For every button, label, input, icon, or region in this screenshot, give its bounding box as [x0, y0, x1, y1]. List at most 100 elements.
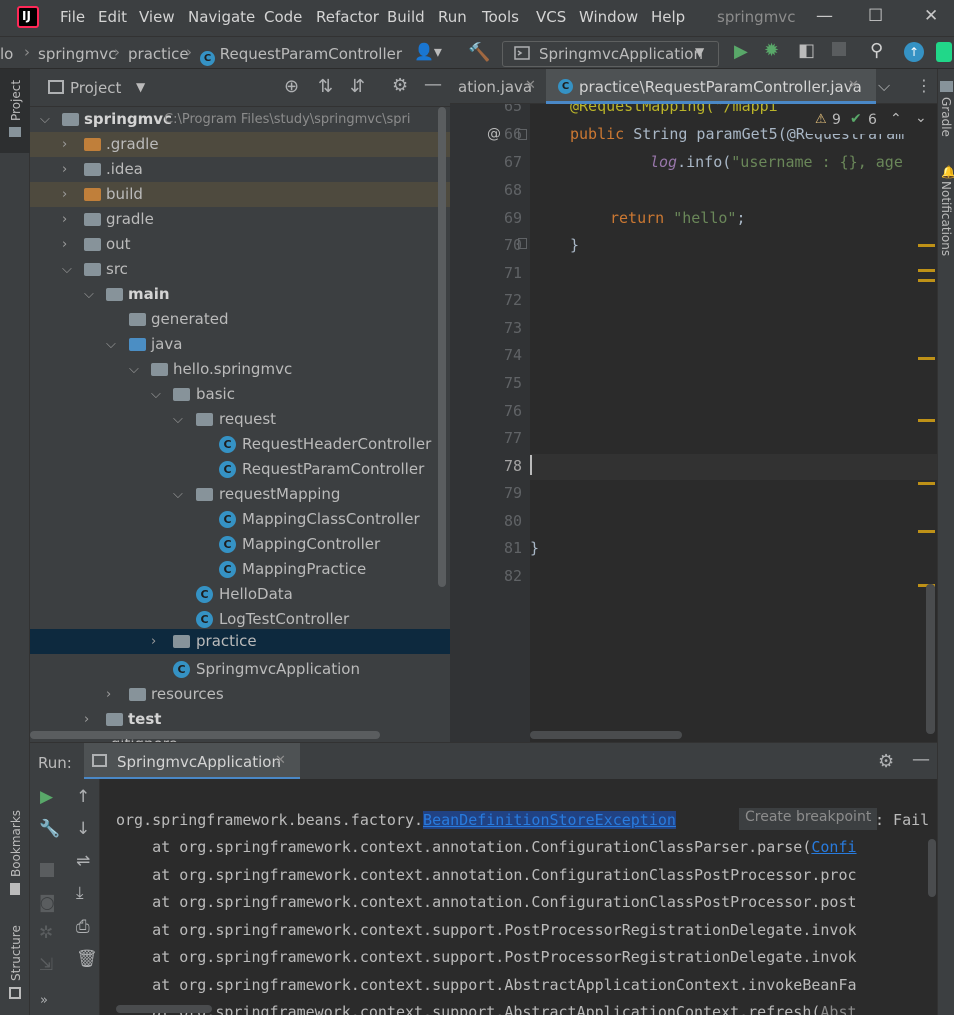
horizontal-scrollbar[interactable]	[30, 731, 380, 739]
run-configuration-select[interactable]: SpringmvcApplication ▼	[502, 41, 719, 67]
caret-down-icon[interactable]: ▼	[136, 80, 145, 94]
menu-build[interactable]: Build	[387, 8, 425, 26]
tree-item-build[interactable]: › build	[30, 182, 450, 207]
tree-item-idea[interactable]: › .idea	[30, 157, 450, 182]
tree-item-gradle[interactable]: › gradle	[30, 207, 450, 232]
hide-panel-icon[interactable]: —	[424, 74, 442, 95]
gear-icon[interactable]: ⚙	[878, 751, 894, 772]
tree-item-generated[interactable]: generated	[30, 307, 450, 332]
tree-item-src[interactable]: ⌵ src	[30, 257, 450, 282]
menu-refactor[interactable]: Refactor	[316, 8, 379, 26]
hammer-build-icon[interactable]: 🔨	[468, 42, 490, 63]
menu-run[interactable]: Run	[438, 8, 467, 26]
tab-active-file[interactable]: C practice\RequestParamController.java ✕	[546, 69, 876, 104]
bookmarks-tool-tab[interactable]: Bookmarks	[9, 810, 23, 877]
warning-stripe[interactable]	[918, 244, 935, 247]
inspection-widget[interactable]: ⚠ 9 ✔ 6 ⌃ ⌄	[807, 110, 935, 134]
tree-item-hello-springmvc[interactable]: ⌵ hello.springmvc	[30, 357, 450, 382]
tree-item-main[interactable]: ⌵ main	[30, 282, 450, 307]
user-icon[interactable]: 👤▾	[414, 42, 442, 61]
menu-file[interactable]: File	[60, 8, 85, 26]
more-options-icon[interactable]: ⋮	[916, 76, 932, 95]
project-panel-title[interactable]: Project	[70, 79, 121, 97]
scroll-up-icon[interactable]: ↑	[76, 787, 90, 807]
editor-vertical-scrollbar[interactable]	[926, 584, 935, 734]
tree-item-test[interactable]: › test	[30, 707, 450, 732]
tree-item-hello-data[interactable]: C HelloData	[30, 582, 450, 607]
previous-highlight-icon[interactable]: ⌃	[890, 111, 902, 127]
tree-item-request[interactable]: ⌵ request	[30, 407, 450, 432]
warning-stripe[interactable]	[918, 357, 935, 360]
tabs-menu-icon[interactable]: ⌵	[878, 76, 890, 96]
expand-all-icon[interactable]: ⇅	[318, 76, 333, 97]
coverage-icon[interactable]: ◧	[798, 40, 815, 61]
trash-icon[interactable]: 🗑	[76, 949, 98, 969]
rerun-icon[interactable]: ▶	[40, 787, 53, 807]
close-tab-icon[interactable]: ✕	[275, 753, 286, 768]
scroll-to-end-icon[interactable]: ⤓	[76, 883, 84, 903]
tree-item-resources[interactable]: › resources	[30, 682, 450, 707]
tree-item-out[interactable]: › out	[30, 232, 450, 257]
menu-tools[interactable]: Tools	[482, 8, 519, 26]
warning-stripe[interactable]	[918, 269, 935, 272]
menu-code[interactable]: Code	[264, 8, 302, 26]
project-tool-tab[interactable]: Project	[9, 80, 23, 121]
stop-icon[interactable]	[40, 863, 54, 877]
warning-stripe[interactable]	[918, 530, 935, 533]
breadcrumb-class[interactable]: C RequestParamController	[200, 45, 402, 66]
close-tab-icon[interactable]: ✕	[525, 78, 536, 93]
tree-item-request-mapping[interactable]: ⌵ requestMapping	[30, 482, 450, 507]
notifications-tool-tab[interactable]: Notifications	[939, 181, 953, 256]
stop-icon[interactable]	[832, 42, 846, 56]
hide-panel-icon[interactable]: —	[912, 749, 930, 770]
editor-horizontal-scrollbar[interactable]	[530, 731, 682, 739]
maximize-icon[interactable]: ☐	[868, 6, 883, 26]
structure-tool-tab[interactable]: Structure	[9, 925, 23, 981]
tree-item-mapping-practice[interactable]: C MappingPractice	[30, 557, 450, 582]
tree-item-gradle-dir[interactable]: › .gradle	[30, 132, 450, 157]
console-horizontal-scrollbar[interactable]	[116, 1005, 212, 1013]
tree-item-practice[interactable]: › practice	[30, 629, 450, 654]
menu-view[interactable]: View	[139, 8, 175, 26]
warning-stripe[interactable]	[918, 279, 935, 282]
login-icon[interactable]: ⇲	[39, 955, 53, 975]
breadcrumb-package[interactable]: practice	[128, 45, 189, 63]
warning-stripe[interactable]	[918, 419, 935, 422]
code-editor[interactable]: 65 66 67 68 69 70 71 72 73 74 75 76 77 7…	[450, 104, 937, 742]
wrench-icon[interactable]: 🔧	[39, 819, 60, 839]
menu-vcs[interactable]: VCS	[536, 8, 566, 26]
debug-icon[interactable]: ✹	[764, 40, 779, 61]
tree-item-request-param-controller[interactable]: C RequestParamController	[30, 457, 450, 482]
more-tools-icon[interactable]: »	[40, 993, 48, 1008]
tree-item-mapping-class-controller[interactable]: C MappingClassController	[30, 507, 450, 532]
vertical-scrollbar[interactable]	[438, 107, 446, 587]
search-icon[interactable]: ⚲	[870, 40, 883, 61]
override-marker-icon[interactable]: @	[487, 126, 501, 142]
camera-icon[interactable]: ◙	[39, 893, 56, 913]
print-icon[interactable]: ⎙	[76, 917, 90, 937]
next-highlight-icon[interactable]: ⌄	[915, 110, 927, 126]
menu-help[interactable]: Help	[651, 8, 685, 26]
collapse-all-icon[interactable]: ⇵	[350, 76, 365, 97]
gear-icon[interactable]: ⚙	[392, 75, 408, 96]
close-icon[interactable]: ✕	[924, 6, 938, 26]
tree-item-springmvc-application[interactable]: C SpringmvcApplication	[30, 657, 450, 682]
close-tab-icon[interactable]: ✕	[848, 78, 859, 93]
warning-stripe[interactable]	[918, 482, 935, 485]
exception-link[interactable]: BeanDefinitionStoreException	[423, 811, 676, 829]
tree-item-basic[interactable]: ⌵ basic	[30, 382, 450, 407]
create-breakpoint-tooltip[interactable]: Create breakpoint	[739, 808, 878, 830]
fold-marker-icon[interactable]	[518, 238, 527, 249]
soft-wrap-icon[interactable]: ⇌	[76, 851, 90, 871]
menu-window[interactable]: Window	[579, 8, 638, 26]
breadcrumb-project[interactable]: springmvc	[38, 45, 116, 63]
menu-navigate[interactable]: Navigate	[188, 8, 255, 26]
minimize-icon[interactable]: —	[816, 6, 833, 26]
console-vertical-scrollbar[interactable]	[928, 839, 936, 897]
tab-previous-file[interactable]: ation.java ✕	[450, 69, 544, 104]
gradle-tool-tab[interactable]: Gradle	[939, 97, 953, 137]
tree-item-springmvc[interactable]: ⌵ springmvc C:\Program Files\study\sprin…	[30, 107, 450, 132]
run-icon[interactable]: ▶	[734, 41, 748, 62]
locate-icon[interactable]: ⊕	[284, 76, 299, 97]
run-tab-springmvc-application[interactable]: SpringmvcApplication ✕	[84, 743, 300, 780]
